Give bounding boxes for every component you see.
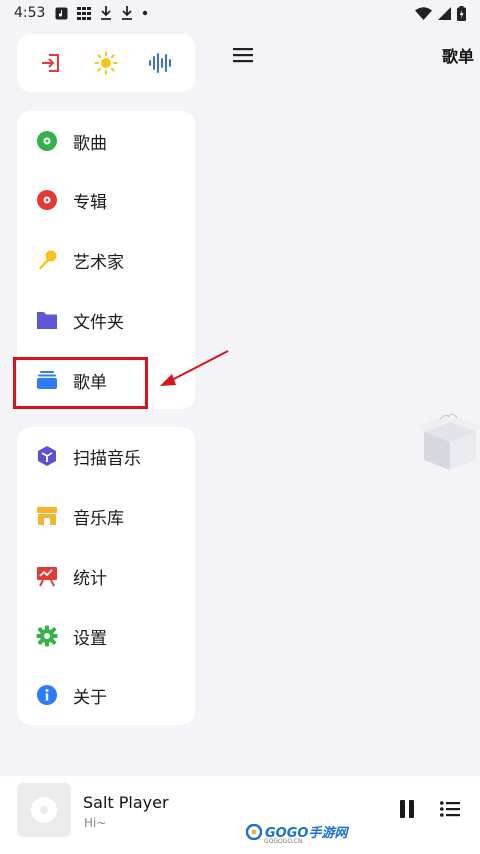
microphone-icon	[36, 249, 58, 271]
nav-item-label: 统计	[73, 568, 107, 589]
nav-item-about[interactable]: 关于	[17, 670, 195, 720]
empty-box-icon	[418, 413, 480, 470]
battery-icon	[457, 5, 466, 21]
menu-button[interactable]	[230, 42, 256, 68]
watermark: GOGO手游网 GOGOGO.CN	[246, 822, 347, 845]
nav-item-albums[interactable]: 专辑	[17, 175, 195, 225]
nav-item-scan-music[interactable]: 扫描音乐	[17, 431, 195, 481]
nav-item-label: 音乐库	[73, 508, 124, 529]
scan-icon	[36, 445, 58, 467]
player-song-title: Salt Player	[83, 793, 169, 812]
stats-icon	[36, 565, 58, 587]
watermark-logo-icon	[246, 823, 262, 840]
status-time: 4:53	[14, 5, 46, 21]
album-disc-icon	[36, 189, 58, 211]
download-icon	[122, 6, 133, 20]
exit-icon	[41, 54, 59, 72]
signal-icon	[438, 6, 451, 20]
quick-actions-card	[17, 34, 195, 92]
pause-button[interactable]	[394, 796, 420, 822]
song-disc-icon	[36, 130, 58, 152]
highlight-annotation-box	[13, 357, 148, 409]
nav-item-songs[interactable]: 歌曲	[17, 116, 195, 166]
status-notification-icons	[55, 6, 148, 20]
theme-toggle-button[interactable]	[86, 43, 126, 83]
sun-icon	[94, 51, 118, 75]
nav-item-label: 设置	[73, 628, 107, 649]
mini-player[interactable]: Salt Player Hi~	[0, 776, 480, 854]
nav-item-music-library[interactable]: 音乐库	[17, 491, 195, 541]
page-title: 歌单	[441, 47, 474, 66]
wifi-icon	[415, 6, 432, 20]
nav-item-folders[interactable]: 文件夹	[17, 295, 195, 345]
tools-nav-card: 扫描音乐 音乐库 统计 设置 关于	[17, 427, 195, 725]
download-icon	[101, 6, 112, 20]
store-icon	[36, 505, 58, 527]
nav-item-label: 专辑	[73, 192, 107, 213]
nav-item-label: 关于	[73, 687, 107, 708]
disc-placeholder-icon	[31, 797, 57, 823]
queue-list-icon	[440, 801, 460, 817]
nav-item-label: 艺术家	[73, 252, 124, 273]
nav-item-label: 文件夹	[73, 312, 124, 333]
info-icon	[36, 684, 58, 706]
exit-button[interactable]	[31, 43, 71, 83]
nav-item-label: 扫描音乐	[73, 448, 141, 469]
equalizer-icon	[149, 53, 172, 73]
annotation-arrow-icon	[160, 350, 229, 386]
pause-icon	[400, 800, 414, 818]
play-queue-button[interactable]	[437, 796, 463, 822]
nav-item-statistics[interactable]: 统计	[17, 551, 195, 601]
player-song-subtitle: Hi~	[84, 816, 107, 830]
watermark-subtext: GOGOGO.CN	[264, 838, 303, 845]
status-bar: 4:53	[0, 0, 480, 26]
notification-app-icon	[55, 7, 68, 19]
dot-icon	[143, 10, 148, 16]
hamburger-menu-icon	[233, 48, 253, 63]
grid-icon	[77, 6, 92, 20]
nav-item-label: 歌曲	[73, 133, 107, 154]
nav-item-artists[interactable]: 艺术家	[17, 235, 195, 285]
album-cover	[17, 783, 71, 837]
equalizer-button[interactable]	[141, 43, 181, 83]
gear-icon	[36, 625, 58, 647]
folder-icon	[36, 309, 58, 331]
nav-item-settings[interactable]: 设置	[17, 611, 195, 661]
